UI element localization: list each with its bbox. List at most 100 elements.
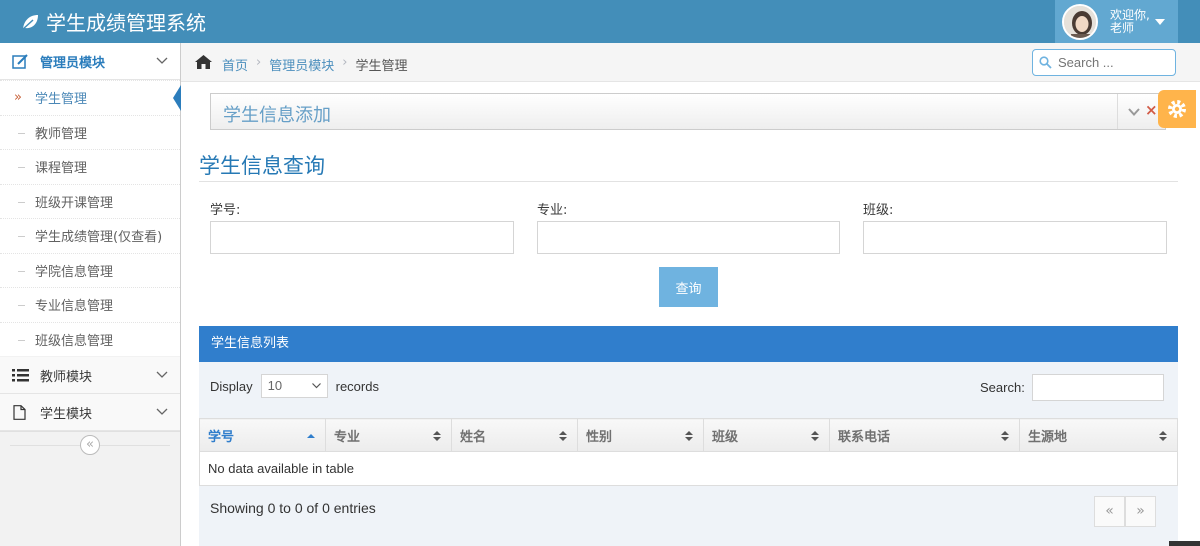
search-icon xyxy=(1039,56,1052,69)
pencil-square-icon xyxy=(12,54,28,69)
app-brand[interactable]: 学生成绩管理系统 xyxy=(20,0,206,43)
sidebar-item-label: 班级开课管理 xyxy=(35,195,114,211)
double-chevron-right-icon: » xyxy=(14,90,22,105)
table-filter: Search: xyxy=(980,374,1164,401)
user-name: 老师 xyxy=(1110,20,1135,35)
sidebar-item-college[interactable]: 学院信息管理 xyxy=(0,252,180,288)
col-label: 学号 xyxy=(208,429,235,445)
col-label: 联系电话 xyxy=(838,429,891,445)
sidebar-item-label: 学生管理 xyxy=(35,92,88,108)
sort-icon xyxy=(685,431,693,441)
gear-icon xyxy=(1168,100,1186,118)
next-page-button[interactable]: » xyxy=(1125,496,1156,527)
sort-icon xyxy=(1001,431,1009,441)
search-input[interactable] xyxy=(1058,55,1168,70)
document-icon xyxy=(13,405,26,420)
list-icon xyxy=(12,369,29,382)
col-header-name[interactable]: 姓名 xyxy=(451,418,578,452)
divider xyxy=(199,181,1178,182)
prev-page-button[interactable]: « xyxy=(1094,496,1125,527)
major-label: 专业: xyxy=(537,203,568,218)
page-length-value: 10 xyxy=(267,378,283,393)
sidebar-item-student[interactable]: » 学生管理 xyxy=(0,80,181,115)
sidebar-module-admin[interactable]: 管理员模块 xyxy=(0,43,180,80)
col-label: 姓名 xyxy=(460,429,487,445)
chevron-down-icon[interactable] xyxy=(1128,106,1140,118)
major-input[interactable] xyxy=(537,221,840,254)
class-input[interactable] xyxy=(863,221,1167,254)
active-pointer xyxy=(173,85,181,111)
breadcrumb-home[interactable]: 首页 xyxy=(222,55,248,74)
sort-icon xyxy=(433,431,441,441)
page-length-select[interactable]: 10 xyxy=(260,374,328,398)
widget-title[interactable]: 学生信息添加 xyxy=(223,101,331,127)
student-no-label: 学号: xyxy=(210,203,241,218)
display-suffix: records xyxy=(335,378,379,394)
col-header-phone[interactable]: 联系电话 xyxy=(829,418,1020,452)
breadcrumb-separator: › xyxy=(256,55,262,70)
sidebar-item-major[interactable]: 专业信息管理 xyxy=(0,287,180,322)
sidebar-module-teacher[interactable]: 教师模块 xyxy=(0,357,180,394)
chevron-down-icon xyxy=(156,57,168,64)
greeting-text: 欢迎你, xyxy=(1110,7,1150,22)
sidebar-collapse-row: « xyxy=(0,431,180,457)
sort-asc-icon xyxy=(307,434,315,438)
display-prefix: Display xyxy=(210,378,253,394)
breadcrumb-separator: › xyxy=(342,55,348,70)
breadcrumb-bar: 首页 › 管理员模块 › 学生管理 xyxy=(181,43,1200,82)
nav-search[interactable] xyxy=(1032,49,1176,76)
student-add-widget: 学生信息添加 × xyxy=(210,93,1166,130)
table-row: No data available in table xyxy=(199,451,1178,486)
col-header-major[interactable]: 专业 xyxy=(325,418,452,452)
sidebar-item-label: 教师管理 xyxy=(35,126,88,142)
close-icon[interactable]: × xyxy=(1145,101,1158,119)
sidebar-item-label: 班级信息管理 xyxy=(35,333,114,349)
table-search-label: Search: xyxy=(980,380,1025,395)
app-title: 学生成绩管理系统 xyxy=(46,11,206,35)
sidebar-submenu-admin: » 学生管理 教师管理 课程管理 班级开课管理 学生成绩管理(仅查看) 学院信息… xyxy=(0,80,181,357)
breadcrumb: 首页 › 管理员模块 › 学生管理 xyxy=(222,55,407,74)
col-header-class[interactable]: 班级 xyxy=(703,418,830,452)
col-header-origin[interactable]: 生源地 xyxy=(1019,418,1178,452)
col-label: 专业 xyxy=(334,429,361,445)
empty-table-message: No data available in table xyxy=(199,451,1178,486)
breadcrumb-module[interactable]: 管理员模块 xyxy=(269,55,334,74)
avatar xyxy=(1062,3,1098,40)
page-length: Display 10 records xyxy=(210,374,379,398)
user-greeting: 欢迎你, 老师 xyxy=(1110,7,1152,35)
sidebar-collapse-button[interactable]: « xyxy=(80,435,100,455)
navbar: 学生成绩管理系统 欢迎你, 老师 xyxy=(0,0,1200,43)
sidebar-item-class[interactable]: 班级信息管理 xyxy=(0,321,180,357)
sidebar: 管理员模块 » 学生管理 教师管理 课程管理 班级开课管理 学生成绩管理(仅查看… xyxy=(0,43,181,546)
user-menu[interactable]: 欢迎你, 老师 xyxy=(1055,0,1178,43)
class-label: 班级: xyxy=(863,203,894,218)
sidebar-item-course[interactable]: 课程管理 xyxy=(0,149,180,184)
settings-button[interactable] xyxy=(1158,90,1196,128)
pagination: « » xyxy=(1094,496,1156,527)
leaf-icon xyxy=(21,14,38,31)
sidebar-module-student[interactable]: 学生模块 xyxy=(0,394,180,431)
col-header-student-no[interactable]: 学号 xyxy=(199,418,326,452)
table-info: Showing 0 to 0 of 0 entries xyxy=(210,500,376,516)
col-header-gender[interactable]: 性别 xyxy=(577,418,704,452)
chevron-down-icon xyxy=(311,383,321,389)
col-label: 性别 xyxy=(586,429,613,445)
query-button[interactable]: 查询 xyxy=(659,267,718,307)
sidebar-item-teacher[interactable]: 教师管理 xyxy=(0,114,180,150)
table-search-input[interactable] xyxy=(1031,374,1164,401)
col-label: 生源地 xyxy=(1028,429,1068,445)
col-label: 班级 xyxy=(712,429,739,445)
sort-icon xyxy=(559,431,567,441)
sidebar-item-grades[interactable]: 学生成绩管理(仅查看) xyxy=(0,218,180,253)
sidebar-item-label: 学院信息管理 xyxy=(35,264,114,280)
home-icon xyxy=(195,55,212,69)
student-table: 学号 专业 姓名 性别 班级 联系电话 生源地 No data availabl… xyxy=(199,418,1178,486)
scroll-to-top-button[interactable] xyxy=(1169,541,1200,546)
sidebar-item-label: 专业信息管理 xyxy=(35,299,114,315)
chevron-down-icon xyxy=(156,408,168,415)
student-no-input[interactable] xyxy=(210,221,514,254)
breadcrumb-current: 学生管理 xyxy=(355,59,408,74)
chevron-down-icon xyxy=(156,371,168,378)
sidebar-item-class-course[interactable]: 班级开课管理 xyxy=(0,183,180,219)
table-header-row: 学号 专业 姓名 性别 班级 联系电话 生源地 xyxy=(199,418,1178,452)
